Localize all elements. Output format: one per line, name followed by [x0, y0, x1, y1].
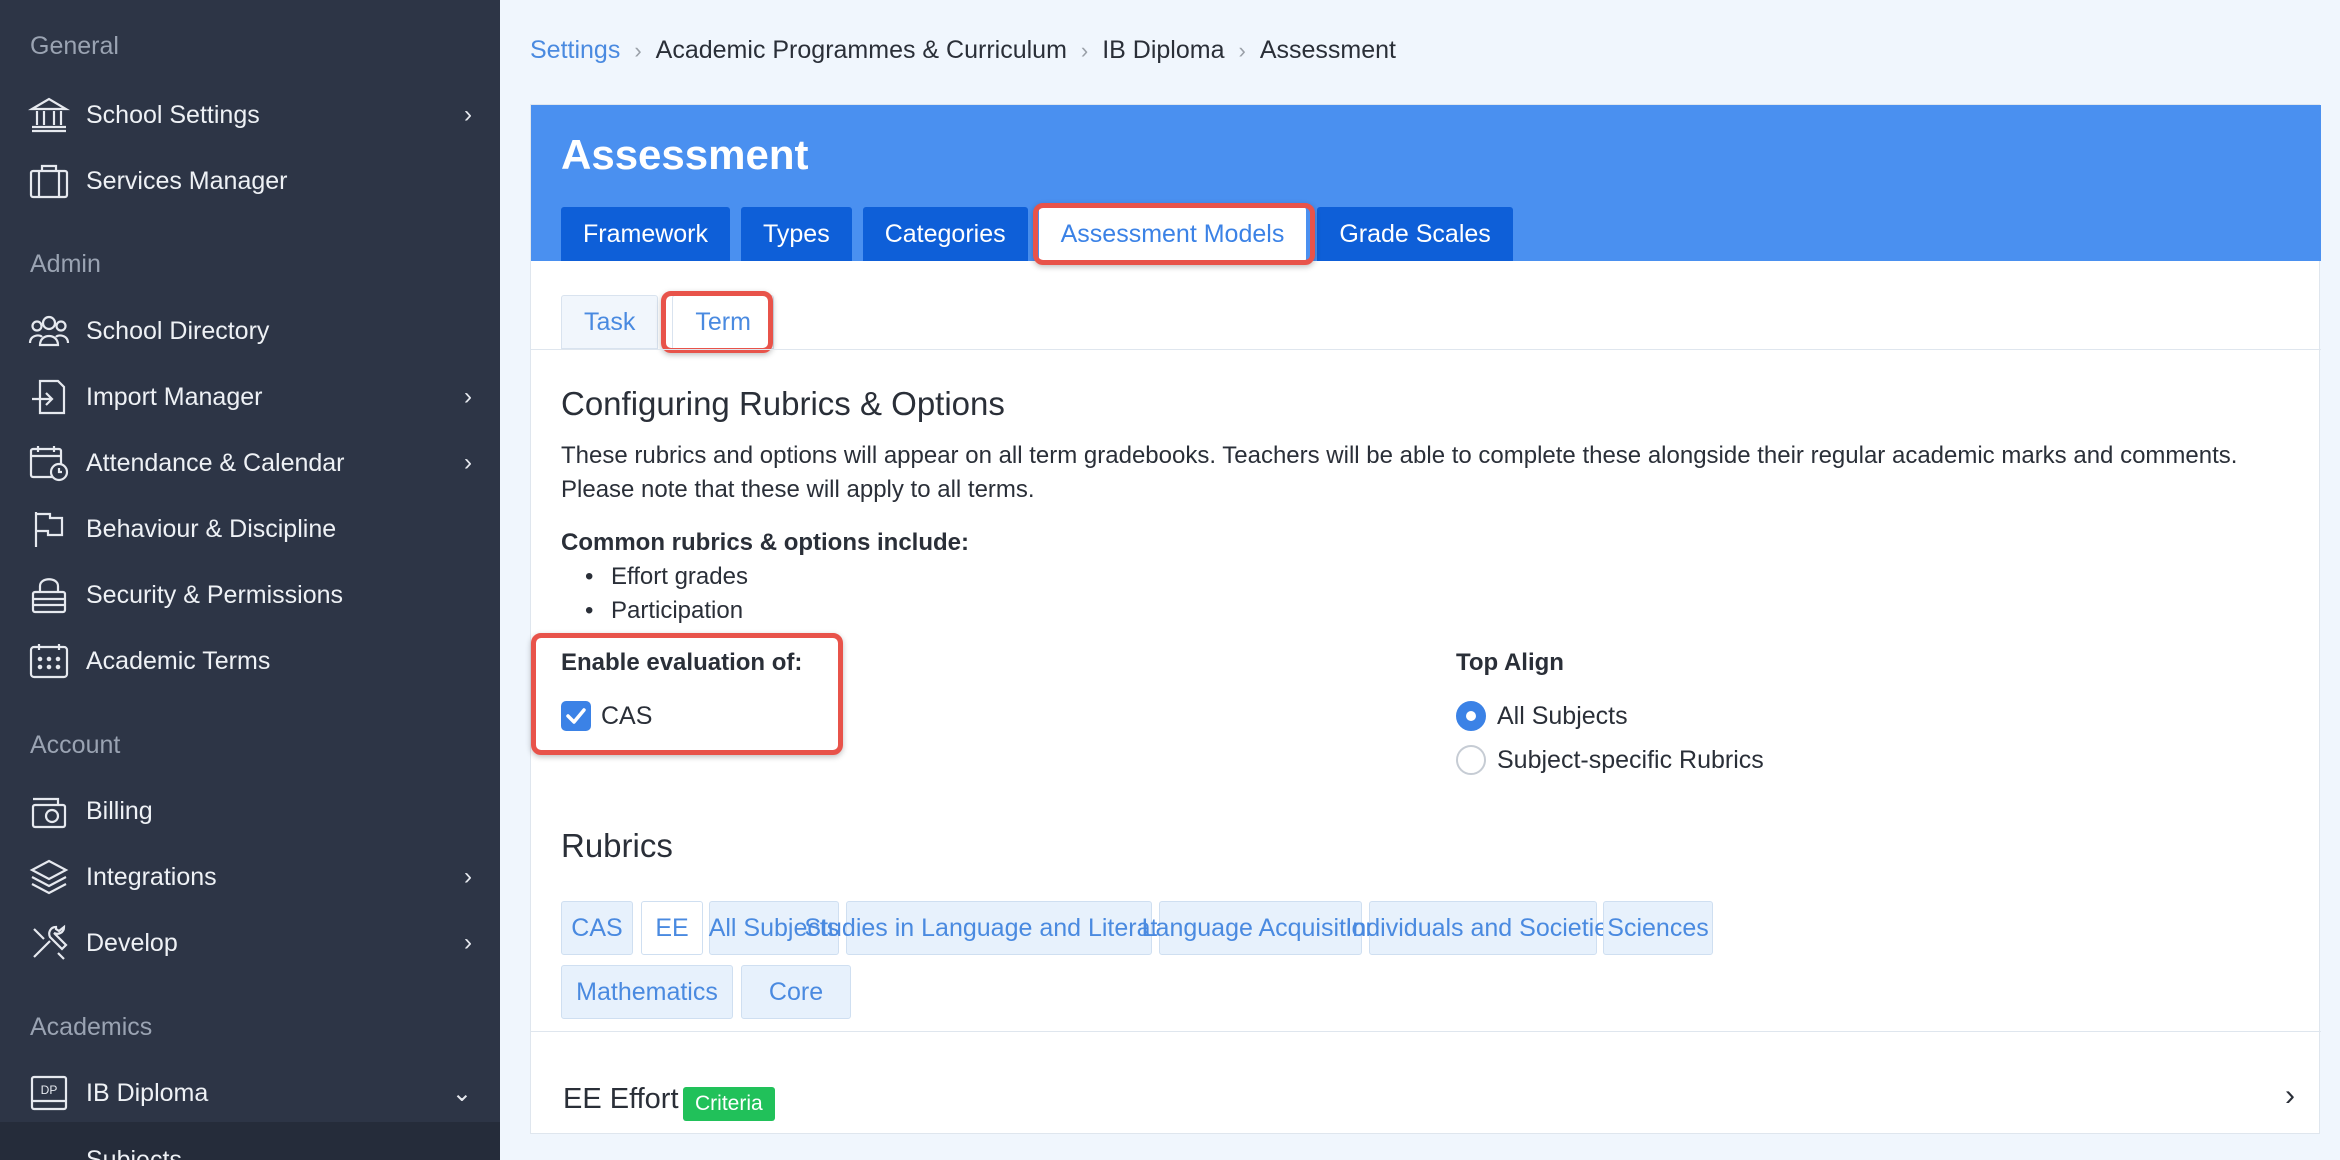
radio-subject-specific-label[interactable]: Subject-specific Rubrics [1497, 746, 1764, 775]
assessment-tabs: Framework Types Categories Assessment Mo… [561, 207, 1524, 261]
check-icon [566, 708, 586, 724]
breadcrumb-item[interactable]: IB Diploma [1102, 36, 1224, 65]
page-title: Assessment [561, 131, 809, 178]
common-rubrics-label: Common rubrics & options include: [561, 529, 970, 556]
tab-grade-scales[interactable]: Grade Scales [1317, 207, 1513, 261]
calendar-grid-icon [28, 641, 70, 681]
tab-categories[interactable]: Categories [862, 207, 1028, 261]
sidebar-item-school-settings[interactable]: School Settings › [0, 87, 500, 143]
layers-icon [28, 857, 70, 897]
chevron-right-icon: › [464, 449, 472, 476]
sidebar-item-label: Security & Permissions [86, 580, 344, 609]
sidebar-item-label: Import Manager [86, 382, 263, 411]
assessment-card: Assessment Framework Types Categories As… [530, 104, 2321, 1134]
dp-icon: DP [28, 1073, 70, 1113]
briefcase-icon [28, 161, 70, 201]
top-align-label: Top Align [1456, 649, 1564, 676]
radio-all-subjects-label[interactable]: All Subjects [1497, 702, 1628, 731]
lock-icon [28, 575, 70, 615]
breadcrumb: Settings › Academic Programmes & Curricu… [530, 36, 1396, 65]
users-icon [28, 311, 70, 351]
rubric-tab-core[interactable]: Core [741, 965, 851, 1019]
sidebar-item-attendance-calendar[interactable]: Attendance & Calendar › [0, 435, 500, 491]
sidebar-item-integrations[interactable]: Integrations › [0, 849, 500, 905]
sidebar-item-security-permissions[interactable]: Security & Permissions [0, 567, 500, 623]
chevron-right-icon[interactable]: › [2285, 1079, 2295, 1113]
sidebar-item-label: Attendance & Calendar [86, 448, 345, 477]
tools-icon [28, 923, 70, 963]
sidebar-section-general: General [30, 32, 119, 60]
rubric-tab-individuals-societies[interactable]: Individuals and Societies [1345, 901, 1621, 955]
criteria-badge: Criteria [683, 1087, 775, 1121]
sidebar-item-billing[interactable]: Billing [0, 783, 500, 839]
flag-icon [28, 509, 70, 549]
radio-all-subjects[interactable] [1456, 701, 1486, 731]
breadcrumb-separator: › [1238, 37, 1246, 63]
section-description: These rubrics and options will appear on… [561, 442, 2238, 503]
rubric-tab-sciences[interactable]: Sciences [1603, 901, 1713, 955]
chevron-right-icon: › [464, 929, 472, 956]
sidebar-item-label: Integrations [86, 862, 217, 891]
sidebar-item-develop[interactable]: Develop › [0, 915, 500, 971]
radio-subject-specific[interactable] [1456, 745, 1486, 775]
breadcrumb-settings-link[interactable]: Settings [530, 36, 620, 65]
sidebar-item-label: Billing [86, 796, 153, 825]
card-header: Assessment Framework Types Categories As… [531, 105, 2321, 261]
section-heading: Configuring Rubrics & Options [561, 385, 1005, 422]
wallet-icon [28, 791, 70, 831]
sidebar-item-label: Behaviour & Discipline [86, 514, 337, 543]
calendar-clock-icon [28, 443, 70, 483]
subtab-task[interactable]: Task [561, 295, 659, 349]
sidebar-item-label: Develop [86, 928, 178, 957]
breadcrumb-item[interactable]: Academic Programmes & Curriculum [656, 36, 1067, 65]
list-item: Effort grades [585, 563, 748, 591]
breadcrumb-separator: › [1080, 37, 1089, 63]
chevron-down-icon: ⌄ [451, 1079, 472, 1107]
sidebar-item-behaviour-discipline[interactable]: Behaviour & Discipline [0, 501, 500, 557]
svg-text:DP: DP [41, 1083, 58, 1097]
sidebar-item-services-manager[interactable]: Services Manager [0, 153, 500, 209]
model-subtabs: Task Term [561, 295, 788, 349]
rubric-tab-studies-language-literature[interactable]: Studies in Language and Literature [804, 901, 1194, 955]
sidebar-section-account: Account [30, 731, 121, 759]
import-icon [28, 377, 70, 417]
rubric-item-title[interactable]: EE Effort [563, 1083, 679, 1116]
sidebar-item-label: School Settings [86, 100, 260, 129]
list-item: Participation [585, 597, 743, 625]
sidebar-item-import-manager[interactable]: Import Manager › [0, 369, 500, 425]
tab-assessment-models[interactable]: Assessment Models [1038, 207, 1307, 261]
cas-checkbox[interactable] [561, 701, 591, 731]
sidebar-item-academic-terms[interactable]: Academic Terms [0, 633, 500, 689]
rubric-tab-cas[interactable]: CAS [561, 901, 633, 955]
sidebar-section-academics: Academics [30, 1013, 153, 1041]
breadcrumb-separator: › [634, 37, 642, 63]
sidebar-item-ib-diploma[interactable]: DP IB Diploma ⌄ [0, 1065, 500, 1121]
rubrics-heading: Rubrics [561, 827, 673, 864]
subtab-term[interactable]: Term [672, 295, 774, 349]
sidebar-section-admin: Admin [30, 250, 101, 278]
sidebar-subitem-label: Subjects [86, 1146, 182, 1160]
sidebar-item-label: Academic Terms [86, 646, 271, 675]
sidebar-item-school-directory[interactable]: School Directory [0, 303, 500, 359]
breadcrumb-current: Assessment [1259, 36, 1396, 64]
chevron-right-icon: › [464, 863, 472, 890]
rubric-tab-ee[interactable]: EE [641, 901, 703, 955]
sidebar-item-label: Services Manager [86, 166, 288, 195]
cas-checkbox-label[interactable]: CAS [601, 702, 652, 731]
subtab-divider [531, 349, 2321, 350]
rubrics-divider [531, 1031, 2321, 1032]
sidebar: General School Settings › Services Manag… [0, 0, 500, 1160]
chevron-right-icon: › [464, 383, 472, 410]
rubric-tab-language-acquisition[interactable]: Language Acquisition [1142, 901, 1379, 955]
rubric-tab-mathematics[interactable]: Mathematics [561, 965, 733, 1019]
bank-icon [27, 95, 71, 135]
sidebar-item-label: School Directory [86, 316, 270, 345]
tab-types[interactable]: Types [741, 207, 852, 261]
enable-evaluation-label: Enable evaluation of: [561, 649, 803, 676]
tab-framework[interactable]: Framework [561, 207, 731, 261]
sidebar-item-label: IB Diploma [86, 1078, 209, 1107]
sidebar-subitem-subjects[interactable]: Subjects [0, 1122, 500, 1160]
chevron-right-icon: › [464, 101, 472, 128]
